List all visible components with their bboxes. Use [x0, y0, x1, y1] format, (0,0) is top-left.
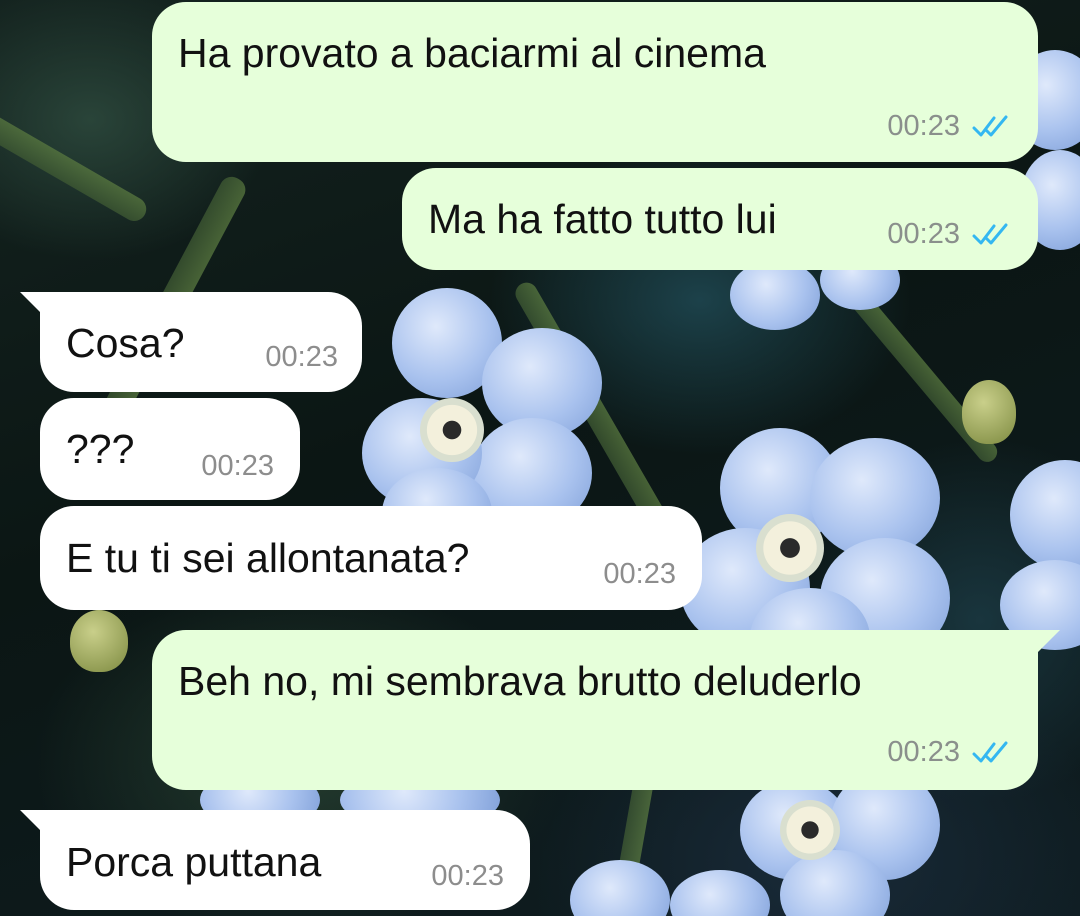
message-time: 00:23 — [887, 110, 960, 142]
wallpaper-bud — [70, 610, 128, 672]
message-bubble-outgoing[interactable]: Ha provato a baciarmi al cinema 00:23 — [152, 2, 1038, 162]
double-check-icon — [972, 223, 1008, 244]
message-meta: 00:23 — [887, 220, 1016, 249]
message-time: 00:23 — [887, 218, 960, 250]
message-time: 00:23 — [431, 860, 504, 892]
message-time: 00:23 — [603, 558, 676, 590]
message-text: Beh no, mi sembrava brutto deluderlo — [178, 658, 862, 704]
message-meta: 00:23 — [603, 560, 676, 589]
message-time: 00:23 — [887, 736, 960, 768]
message-bubble-incoming[interactable]: Cosa? 00:23 — [40, 292, 362, 392]
wallpaper-stem — [0, 74, 151, 226]
message-meta: 00:23 — [887, 112, 1016, 141]
message-text: E tu ti sei allontanata? — [66, 535, 470, 581]
message-meta: 00:23 — [431, 862, 504, 891]
message-text: Ma ha fatto tutto lui — [428, 196, 777, 242]
wallpaper-bud — [962, 380, 1016, 444]
message-bubble-outgoing[interactable]: Beh no, mi sembrava brutto deluderlo 00:… — [152, 630, 1038, 790]
message-text: Porca puttana — [66, 839, 322, 885]
message-time: 00:23 — [265, 341, 338, 373]
message-text: ??? — [66, 426, 135, 472]
message-bubble-outgoing[interactable]: Ma ha fatto tutto lui 00:23 — [402, 168, 1038, 270]
message-meta: 00:23 — [265, 343, 338, 372]
message-text: Ha provato a baciarmi al cinema — [178, 30, 766, 76]
message-bubble-incoming[interactable]: E tu ti sei allontanata? 00:23 — [40, 506, 702, 610]
message-bubble-incoming[interactable]: Porca puttana 00:23 — [40, 810, 530, 910]
message-meta: 00:23 — [887, 738, 1016, 767]
double-check-icon — [972, 115, 1008, 136]
message-bubble-incoming[interactable]: ??? 00:23 — [40, 398, 300, 500]
double-check-icon — [972, 741, 1008, 762]
message-meta: 00:23 — [201, 452, 274, 481]
message-text: Cosa? — [66, 320, 185, 366]
message-time: 00:23 — [201, 450, 274, 482]
